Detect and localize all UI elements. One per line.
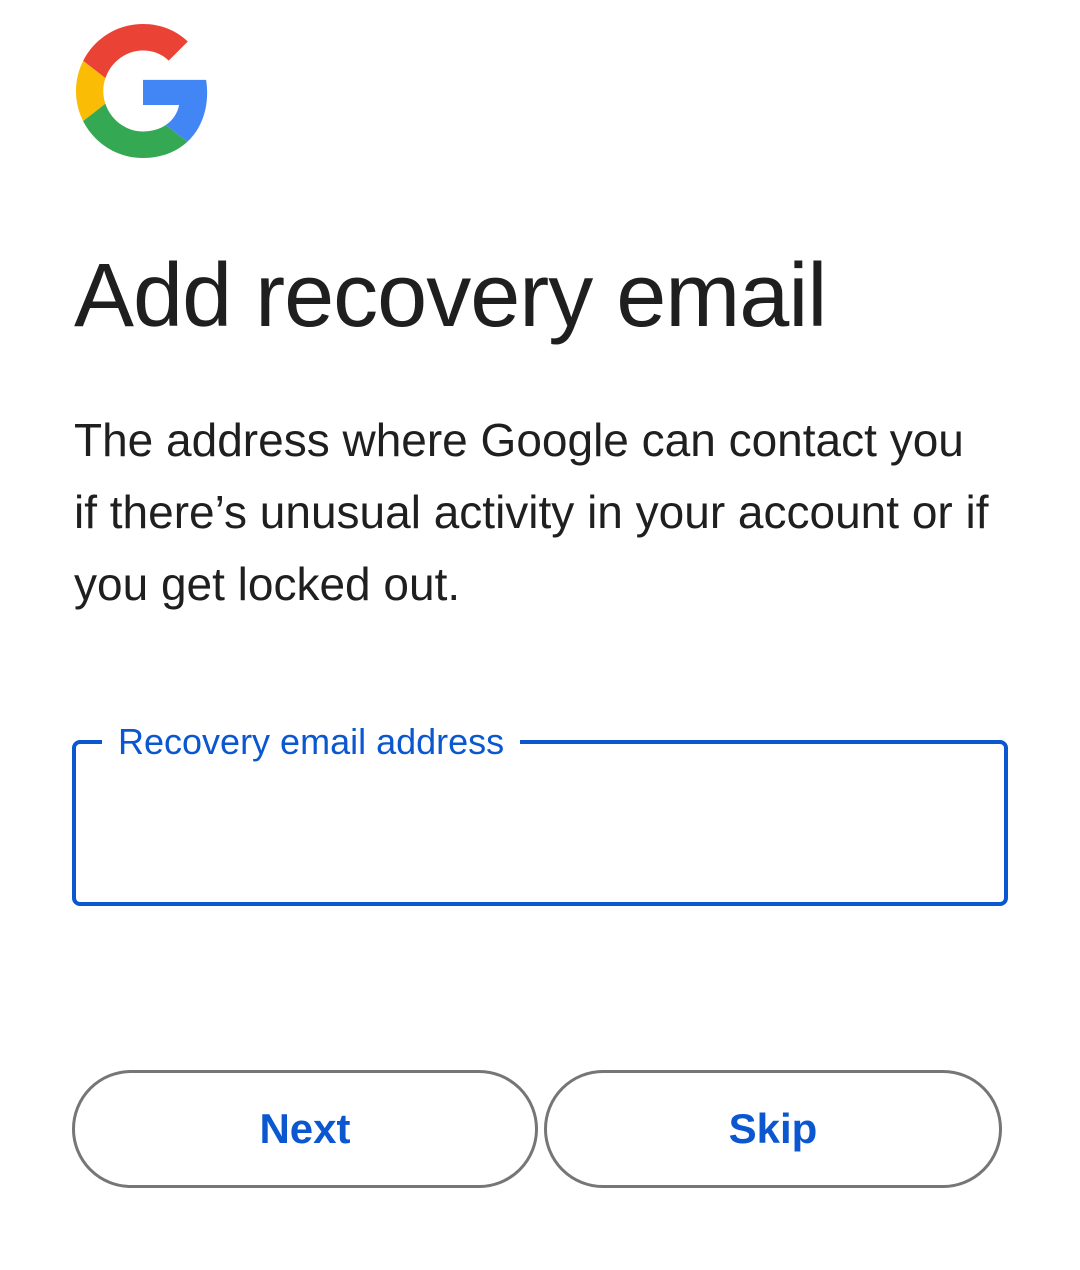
recovery-email-label: Recovery email address <box>102 716 521 768</box>
skip-button[interactable]: Skip <box>544 1070 1002 1188</box>
next-button[interactable]: Next <box>72 1070 538 1188</box>
recovery-email-field[interactable]: Recovery email address <box>72 716 1008 906</box>
google-g-logo-icon <box>76 24 208 158</box>
page-title: Add recovery email <box>74 246 827 346</box>
page-description: The address where Google can contact you… <box>74 414 989 610</box>
google-logo <box>76 24 210 158</box>
recovery-email-input[interactable] <box>116 796 964 856</box>
